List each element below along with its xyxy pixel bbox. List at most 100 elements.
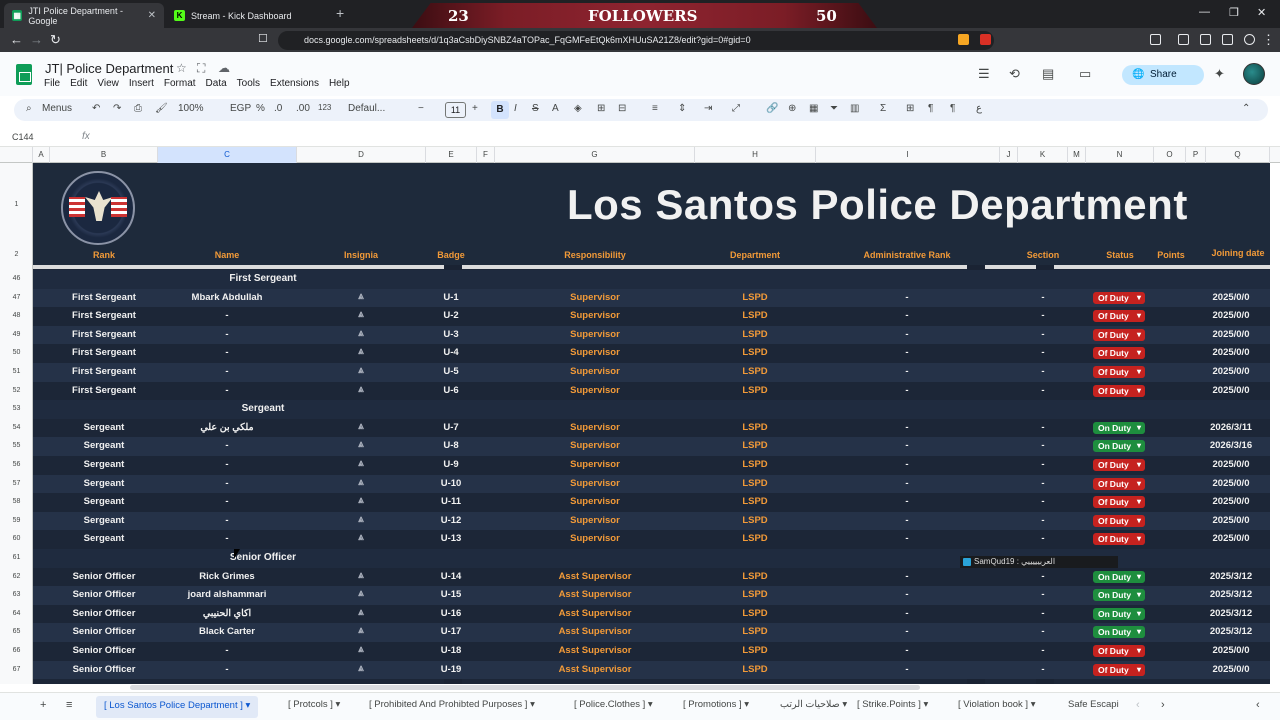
cell-rank[interactable]: Sergeant <box>33 515 175 526</box>
status-dropdown[interactable]: Of Duty <box>1093 366 1145 378</box>
table-row[interactable]: Senior Officer Black Carter ⩓ U-17 Asst Supe… <box>33 623 1270 642</box>
currency-format[interactable]: EGP <box>230 103 251 114</box>
row-number[interactable]: 64 <box>0 610 33 617</box>
cell-joining-date[interactable]: 2025/0/0 <box>1193 645 1269 656</box>
row-number[interactable]: 66 <box>0 647 33 654</box>
cell-section[interactable]: - <box>1017 515 1069 526</box>
cell-name[interactable]: - <box>161 645 293 656</box>
cell-badge[interactable]: U-17 <box>423 626 479 637</box>
cell-name[interactable]: اكاي الحنيبي <box>161 608 293 619</box>
cast-icon[interactable] <box>1150 34 1161 45</box>
table-row[interactable]: Senior Officer اكاي الحنيبي ⩓ U-16 Asst Supe… <box>33 604 1270 624</box>
scroll-tabs-right-icon[interactable]: › <box>1161 699 1165 711</box>
cell-section[interactable]: - <box>1017 347 1069 358</box>
cell-badge[interactable]: U-2 <box>423 310 479 321</box>
cell-section[interactable]: - <box>1017 626 1069 637</box>
table-row[interactable]: Senior Officer - ⩓ U-19 Asst Supervisor LSPD -… <box>33 660 1270 680</box>
functions-icon[interactable]: Σ <box>880 103 886 114</box>
status-dropdown[interactable]: On Duty <box>1093 421 1145 434</box>
cell-rank[interactable]: Sergeant <box>33 422 175 433</box>
cell-joining-date[interactable]: 2025/0/0 <box>1193 310 1269 321</box>
decrease-decimal[interactable]: .0 <box>274 103 282 114</box>
cell-rank[interactable]: Senior Officer <box>33 664 175 675</box>
menu-edit[interactable]: Edit <box>70 78 87 89</box>
cell-name[interactable]: - <box>161 440 293 451</box>
cell-department[interactable]: LSPD <box>695 533 815 544</box>
add-sheet-icon[interactable]: + <box>40 699 46 711</box>
row-number[interactable]: 51 <box>0 368 33 375</box>
row-number[interactable]: 63 <box>0 591 33 598</box>
column-header-o[interactable]: O <box>1154 147 1186 163</box>
cell-admin-rank[interactable]: - <box>815 366 999 377</box>
cell-department[interactable]: LSPD <box>695 366 815 377</box>
cell-rank[interactable]: Senior Officer <box>33 589 175 600</box>
cell-section[interactable]: - <box>1017 645 1069 656</box>
cell-admin-rank[interactable]: - <box>815 422 999 433</box>
cell-department[interactable]: LSPD <box>695 292 815 303</box>
column-header-a[interactable]: A <box>33 147 50 163</box>
cell-rank[interactable]: Senior Officer <box>33 608 175 619</box>
cell-department[interactable]: LSPD <box>695 664 815 675</box>
row-number[interactable]: 55 <box>0 442 33 449</box>
cell-rank[interactable]: First Sergeant <box>33 385 175 396</box>
cell-admin-rank[interactable]: - <box>815 310 999 321</box>
cell-badge[interactable]: U-7 <box>423 422 479 433</box>
scroll-tabs-left-icon[interactable]: ‹ <box>1136 699 1140 711</box>
cell-department[interactable]: LSPD <box>695 310 815 321</box>
cell-name[interactable]: - <box>161 496 293 507</box>
status-dropdown[interactable]: Of Duty <box>1093 310 1145 323</box>
table-row[interactable]: Senior Officer Rick Grimes ⩓ U-14 Asst Super… <box>33 567 1270 587</box>
cell-joining-date[interactable]: 2025/0/0 <box>1193 533 1269 544</box>
cell-badge[interactable]: U-3 <box>423 329 479 340</box>
cell-department[interactable]: LSPD <box>695 478 815 489</box>
menu-extensions[interactable]: Extensions <box>270 78 319 89</box>
cell-joining-date[interactable]: 2026/3/16 <box>1193 440 1269 451</box>
status-dropdown[interactable]: Of Duty <box>1093 514 1145 527</box>
cell-admin-rank[interactable]: - <box>815 515 999 526</box>
table-row[interactable]: First Sergeant - ⩓ U-5 Supervisor LSPD - - Of Du… <box>33 363 1270 382</box>
cell-rank[interactable]: First Sergeant <box>33 292 175 303</box>
table-row[interactable]: First Sergeant - ⩓ U-4 Supervisor LSPD - - Of Du… <box>33 344 1270 363</box>
cell-department[interactable]: LSPD <box>695 496 815 507</box>
row-number[interactable]: 54 <box>0 424 33 431</box>
cell-department[interactable]: LSPD <box>695 626 815 637</box>
sheet-tab-prohibited[interactable]: [ Prohibited And Prohibted Purposes ] ▾ <box>369 699 535 710</box>
search-icon[interactable]: ⌕ <box>26 103 32 114</box>
status-dropdown[interactable]: Of Duty <box>1093 459 1145 471</box>
cell-department[interactable]: LSPD <box>695 422 815 433</box>
cell-rank[interactable]: First Sergeant <box>33 347 175 358</box>
cell-name[interactable]: joard alshammari <box>161 589 293 600</box>
sheet-tab-lspd[interactable]: [ Los Santos Police Department ] ▾ <box>96 696 259 718</box>
cell-admin-rank[interactable]: - <box>815 478 999 489</box>
cell-joining-date[interactable]: 2025/3/12 <box>1193 608 1269 619</box>
cell-section[interactable]: - <box>1017 608 1069 619</box>
cell-name[interactable]: - <box>161 515 293 526</box>
status-dropdown[interactable]: Of Duty <box>1093 496 1145 509</box>
table-row[interactable]: Sergeant-⩓U-12SupervisorLSPD--Of Duty202… <box>33 511 1270 531</box>
row-number[interactable]: 59 <box>0 517 33 524</box>
extensions-icon[interactable] <box>1222 34 1233 45</box>
cell-responsibility[interactable]: Supervisor <box>495 347 695 358</box>
cell-department[interactable]: LSPD <box>695 440 815 451</box>
cell-rank[interactable]: First Sergeant <box>33 310 175 321</box>
cell-name[interactable]: - <box>161 533 293 544</box>
cell-rank[interactable]: Sergeant <box>33 459 175 470</box>
menu-insert[interactable]: Insert <box>129 78 154 89</box>
cell-responsibility[interactable]: Supervisor <box>495 366 695 377</box>
text-color-icon[interactable]: A <box>552 103 559 114</box>
sheets-logo-icon[interactable] <box>16 64 32 85</box>
cell-badge[interactable]: U-15 <box>423 589 479 600</box>
cell-joining-date[interactable]: 2025/0/0 <box>1193 478 1269 489</box>
cell-badge[interactable]: U-12 <box>423 515 479 526</box>
status-dropdown[interactable]: On Duty <box>1093 607 1145 620</box>
cell-name[interactable]: - <box>161 310 293 321</box>
cell-section[interactable]: - <box>1017 329 1069 340</box>
comment-icon[interactable]: ⊕ <box>788 103 796 114</box>
cell-responsibility[interactable]: Asst Supervisor <box>495 589 695 600</box>
cell-joining-date[interactable]: 2025/0/0 <box>1193 292 1269 303</box>
back-icon[interactable]: ← <box>10 32 23 47</box>
table-row[interactable]: Senior Officer joard alshammari ⩓ U-15 Asst … <box>33 586 1270 605</box>
browser-menu-icon[interactable]: ⋮ <box>1262 32 1275 48</box>
browser-tab-kick[interactable]: K Stream - Kick Dashboard <box>166 3 326 28</box>
cell-section[interactable]: - <box>1017 478 1069 489</box>
